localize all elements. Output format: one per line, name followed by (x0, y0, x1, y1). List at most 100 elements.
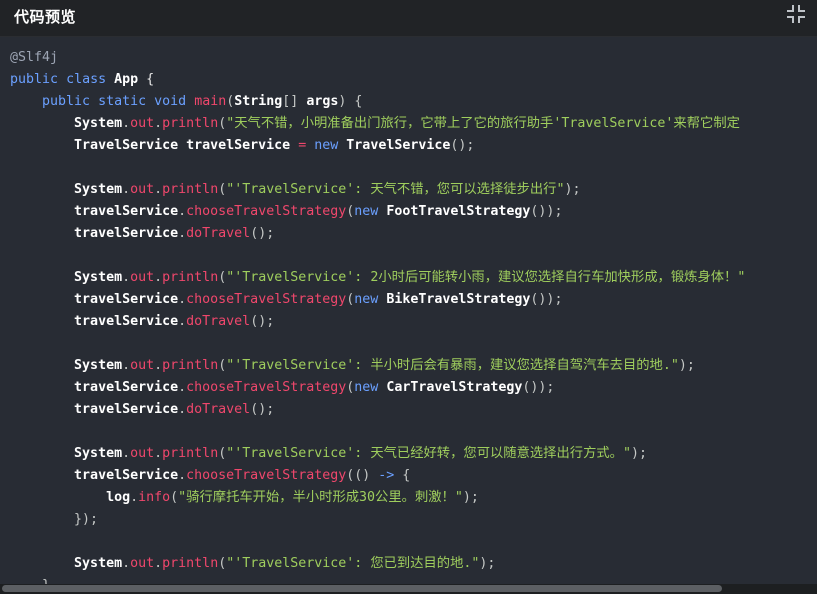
code-token: -> (378, 468, 395, 483)
code-line: System.out.println("天气不错，小明准备出门旅行，它带上了它的… (10, 113, 740, 135)
code-token: travelService (74, 402, 179, 417)
code-token: doTravel (186, 314, 251, 329)
code-token: println (162, 556, 219, 571)
code-token: println (162, 182, 219, 197)
code-token: chooseTravelStrategy (186, 380, 347, 395)
code-token: System (74, 358, 123, 373)
code-token: CarTravelStrategy (386, 380, 523, 395)
code-token: String (234, 94, 283, 109)
code-token: main (194, 94, 227, 109)
code-line: travelService.doTravel(); (10, 311, 274, 333)
code-line: travelService.chooseTravelStrategy(new B… (10, 289, 562, 311)
code-token: . (122, 358, 131, 373)
code-token: . (122, 270, 131, 285)
code-block[interactable]: @Slf4j public class App { public static v… (0, 37, 817, 584)
code-token: . (154, 116, 163, 131)
code-token: . (130, 490, 139, 505)
code-token: . (178, 204, 187, 219)
code-token: travelService (74, 380, 179, 395)
scrollbar-thumb[interactable] (2, 585, 722, 592)
code-token: travelService (74, 292, 179, 307)
code-token: "'TravelService': 半小时后会有暴雨，建议您选择自驾汽车去目的地… (226, 358, 679, 373)
code-line: } (10, 575, 50, 584)
code-token: "'TravelService': 您已到达目的地." (226, 556, 480, 571)
code-token: TravelService (346, 138, 451, 153)
code-line: System.out.println("'TravelService': 您已到… (10, 553, 495, 575)
code-token: TravelService travelService (74, 138, 291, 153)
code-line: public class App { (10, 69, 154, 91)
code-token: ()); (522, 380, 555, 395)
code-token: out (130, 116, 155, 131)
code-token: . (122, 446, 131, 461)
code-token: out (130, 556, 155, 571)
code-token: travelService (74, 468, 179, 483)
code-line: travelService.chooseTravelStrategy(new F… (10, 201, 562, 223)
code-token: println (162, 116, 219, 131)
horizontal-scrollbar[interactable] (0, 584, 817, 594)
code-token: println (162, 358, 219, 373)
code-token: . (154, 556, 163, 571)
code-token: . (178, 314, 187, 329)
code-token: new (354, 292, 379, 307)
code-line: travelService.doTravel(); (10, 223, 274, 245)
code-token: args (306, 94, 339, 109)
code-line: TravelService travelService = new Travel… (10, 135, 474, 157)
code-token: "骑行摩托车开始，半小时形成30公里。刺激！" (178, 490, 463, 505)
code-token: ) { (338, 94, 363, 109)
code-token: out (130, 270, 155, 285)
code-line: }); (10, 509, 98, 531)
code-token: }); (74, 512, 99, 527)
code-token: public (10, 72, 59, 87)
code-token: chooseTravelStrategy (186, 292, 347, 307)
code-token: log (106, 490, 131, 505)
code-line: log.info("骑行摩托车开始，半小时形成30公里。刺激！"); (10, 487, 479, 509)
collapse-icon[interactable] (785, 3, 807, 25)
code-token: doTravel (186, 402, 251, 417)
code-token: println (162, 270, 219, 285)
code-token: . (154, 270, 163, 285)
code-line: travelService.chooseTravelStrategy(() ->… (10, 465, 410, 487)
code-token: new (314, 138, 339, 153)
preview-header: 代码预览 (0, 0, 817, 37)
code-token: new (354, 380, 379, 395)
code-token: App (114, 72, 139, 87)
code-token: ()); (530, 292, 563, 307)
code-token: System (74, 116, 123, 131)
code-token: travelService (74, 204, 179, 219)
code-token: . (154, 182, 163, 197)
code-token: . (178, 292, 187, 307)
code-token: ); (630, 446, 647, 461)
code-token: ); (479, 556, 496, 571)
code-token: doTravel (186, 226, 251, 241)
code-token: FootTravelStrategy (386, 204, 531, 219)
code-token: ); (564, 182, 581, 197)
code-token: System (74, 182, 123, 197)
code-token: chooseTravelStrategy (186, 468, 347, 483)
code-line: System.out.println("'TravelService': 2小时… (10, 267, 745, 289)
code-token: . (178, 226, 187, 241)
code-token: (); (250, 314, 275, 329)
code-token: println (162, 446, 219, 461)
code-token: out (130, 182, 155, 197)
code-token: . (178, 380, 187, 395)
code-token: (); (250, 402, 275, 417)
code-token: [] (282, 94, 307, 109)
code-token: System (74, 446, 123, 461)
code-token: . (178, 468, 187, 483)
code-token: . (122, 116, 131, 131)
